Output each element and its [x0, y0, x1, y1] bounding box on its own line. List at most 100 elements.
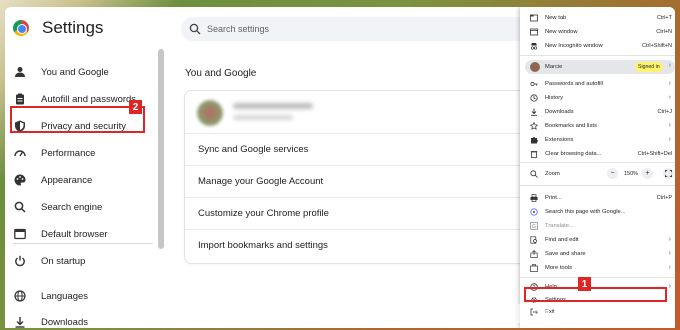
sidebar-item-on-startup[interactable]: On startup	[5, 248, 155, 274]
zoom-level: 150%	[624, 171, 639, 177]
chevron-right-icon: ›	[668, 80, 671, 87]
chevron-right-icon: ›	[668, 122, 671, 129]
menu-item-label: Passwords and autofill	[545, 80, 604, 87]
row-label: Sync and Google services	[198, 144, 309, 155]
step-2-badge: 2	[129, 100, 142, 114]
chevron-right-icon: ›	[668, 283, 671, 290]
settings-row-import[interactable]: Import bookmarks and settings	[185, 229, 530, 261]
menu-divider	[520, 277, 675, 278]
browser-icon	[14, 228, 26, 240]
sidebar: You and Google Autofill and passwords Pr…	[5, 49, 155, 328]
trash-icon	[530, 150, 538, 158]
zoom-out-button[interactable]: −	[607, 168, 618, 179]
sidebar-scrollbar[interactable]	[158, 49, 164, 249]
profile-avatar	[530, 62, 540, 72]
chevron-right-icon: ›	[668, 94, 671, 101]
menu-item-label: Find and edit	[545, 236, 579, 243]
search-icon	[189, 23, 201, 35]
incognito-icon	[530, 42, 538, 50]
search-input[interactable]	[207, 24, 507, 34]
menu-item-clear-data[interactable]: Clear browsing data... Ctrl+Shift+Del	[520, 147, 675, 160]
menu-item-more-tools[interactable]: More tools ›	[520, 261, 675, 274]
new-tab-icon	[530, 14, 538, 22]
menu-item-shortcut: Ctrl+T	[656, 14, 672, 21]
sidebar-item-performance[interactable]: Performance	[5, 140, 155, 166]
settings-row-sync[interactable]: Sync and Google services	[185, 133, 530, 165]
menu-item-shortcut: Ctrl+Shift+N	[642, 42, 672, 49]
sidebar-item-label: On startup	[41, 255, 86, 267]
menu-item-new-window[interactable]: New window Ctrl+N	[520, 25, 675, 38]
download-icon	[530, 108, 538, 116]
sidebar-item-downloads[interactable]: Downloads	[5, 309, 155, 328]
person-icon	[14, 66, 26, 78]
chevron-right-icon: ›	[668, 264, 671, 271]
clipboard-icon	[14, 93, 26, 105]
google-lens-icon	[530, 207, 538, 216]
signed-in-badge: Signed in	[635, 62, 663, 72]
menu-item-shortcut: Ctrl+N	[656, 28, 672, 35]
translate-icon: G	[530, 221, 538, 230]
menu-item-save-share[interactable]: Save and share ›	[520, 247, 675, 260]
menu-item-print[interactable]: Print... Ctrl+P	[520, 191, 675, 204]
palette-icon	[14, 174, 26, 186]
sidebar-item-you-and-google[interactable]: You and Google	[5, 59, 155, 85]
menu-item-label: Search this page with Google...	[545, 208, 626, 215]
menu-item-new-tab[interactable]: New tab Ctrl+T	[520, 11, 675, 24]
menu-item-history[interactable]: History ›	[520, 91, 675, 104]
share-icon	[530, 249, 538, 258]
profile-name-redacted	[233, 103, 313, 109]
settings-row-manage-account[interactable]: Manage your Google Account	[185, 165, 530, 197]
new-window-icon	[530, 28, 538, 36]
menu-item-translate[interactable]: G Translate...	[520, 219, 675, 232]
sidebar-item-appearance[interactable]: Appearance	[5, 167, 155, 193]
menu-item-bookmarks[interactable]: Bookmarks and lists ›	[520, 119, 675, 132]
you-and-google-card: Sync and Google services Manage your Goo…	[185, 91, 530, 263]
sidebar-item-label: You and Google	[41, 66, 109, 78]
menu-item-profile[interactable]: Marcie Signed in ›	[525, 60, 675, 74]
step-2-highlight	[10, 106, 145, 133]
menu-item-extensions[interactable]: Extensions ›	[520, 133, 675, 146]
globe-icon	[14, 290, 26, 302]
speedometer-icon	[14, 147, 26, 159]
watermark: EaseUS	[515, 300, 630, 330]
settings-row-customize-profile[interactable]: Customize your Chrome profile	[185, 197, 530, 229]
fullscreen-icon[interactable]	[663, 168, 674, 179]
menu-item-label: New window	[545, 28, 578, 35]
puzzle-icon	[530, 136, 538, 144]
menu-item-label: Save and share	[545, 250, 586, 257]
menu-divider	[520, 55, 675, 56]
star-icon	[530, 121, 538, 130]
menu-item-shortcut: Ctrl+P	[656, 194, 672, 201]
chrome-logo-icon	[13, 20, 29, 36]
tools-icon	[530, 263, 538, 272]
sidebar-item-label: Search engine	[41, 201, 103, 213]
menu-item-new-incognito[interactable]: New Incognito window Ctrl+Shift+N	[520, 39, 675, 52]
step-1-badge: 1	[578, 277, 591, 291]
sidebar-item-label: Autofill and passwords	[41, 93, 137, 105]
sidebar-item-label: Downloads	[41, 316, 88, 328]
sidebar-item-search-engine[interactable]: Search engine	[5, 194, 155, 220]
chrome-settings-window: Settings You and Google Autofill and pas…	[5, 7, 675, 328]
search-box[interactable]	[181, 17, 531, 41]
row-label: Customize your Chrome profile	[198, 208, 329, 219]
profile-email-redacted	[233, 115, 293, 120]
chevron-right-icon: ›	[668, 136, 671, 143]
svg-text:G: G	[532, 224, 536, 230]
menu-item-passwords[interactable]: Passwords and autofill ›	[520, 77, 675, 90]
avatar	[197, 100, 223, 126]
menu-item-label: Extensions	[545, 136, 574, 143]
zoom-in-button[interactable]: +	[642, 168, 653, 179]
menu-item-label: Bookmarks and lists	[545, 122, 597, 129]
menu-item-label: More tools	[545, 264, 573, 271]
chrome-main-menu: New tab Ctrl+T New window Ctrl+N New Inc…	[520, 7, 675, 328]
menu-item-label: Clear browsing data...	[545, 150, 602, 157]
sidebar-item-label: Performance	[41, 147, 96, 159]
sidebar-item-languages[interactable]: Languages	[5, 283, 155, 309]
menu-divider	[520, 185, 675, 186]
menu-item-search-page[interactable]: Search this page with Google...	[520, 205, 675, 218]
profile-row[interactable]	[185, 91, 530, 133]
menu-item-find-edit[interactable]: Find and edit ›	[520, 233, 675, 246]
row-label: Manage your Google Account	[198, 176, 324, 187]
menu-item-zoom: Zoom − 150% +	[520, 165, 675, 183]
menu-item-downloads[interactable]: Downloads Ctrl+J	[520, 105, 675, 118]
